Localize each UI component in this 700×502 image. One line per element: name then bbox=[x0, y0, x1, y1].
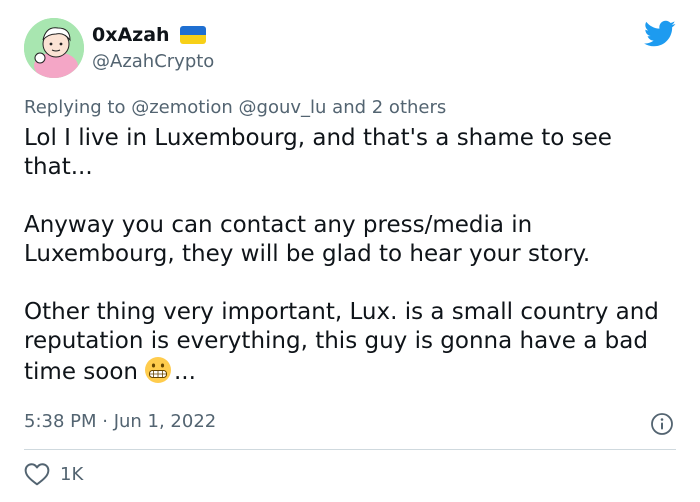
grimacing-face-emoji-icon bbox=[144, 357, 171, 383]
tweet-paragraph: Lol I live in Luxembourg, and that's a s… bbox=[24, 125, 612, 180]
replying-to-others[interactable]: and 2 others bbox=[332, 97, 446, 118]
like-action[interactable]: 1K bbox=[24, 462, 83, 486]
replying-to-label: Replying to bbox=[24, 97, 126, 118]
tweet-ellipsis: ... bbox=[173, 359, 196, 385]
avatar-illustration bbox=[24, 18, 84, 78]
twitter-bird-icon[interactable] bbox=[644, 20, 676, 48]
like-count: 1K bbox=[60, 463, 84, 485]
tweet-paragraph-text: Other thing very important, Lux. is a sm… bbox=[24, 299, 659, 385]
tweet-timestamp[interactable]: 5:38 PM · Jun 1, 2022 bbox=[24, 411, 216, 432]
tweet-paragraph: Other thing very important, Lux. is a sm… bbox=[24, 298, 684, 387]
tweet-paragraph: Anyway you can contact any press/media i… bbox=[24, 212, 591, 267]
tweet-text: Lol I live in Luxembourg, and that's a s… bbox=[24, 124, 684, 387]
replying-to-line: Replying to @zemotion @gouv_lu and 2 oth… bbox=[24, 97, 446, 118]
info-icon[interactable] bbox=[650, 412, 674, 436]
divider bbox=[24, 449, 676, 450]
avatar[interactable] bbox=[24, 18, 84, 78]
mention-link[interactable]: @zemotion bbox=[131, 97, 233, 118]
author-handle[interactable]: @AzahCrypto bbox=[92, 51, 214, 72]
mention-link[interactable]: @gouv_lu bbox=[239, 97, 327, 118]
heart-icon[interactable] bbox=[24, 462, 50, 486]
ukraine-flag-icon bbox=[179, 26, 206, 44]
author-display-name[interactable]: 0xAzah bbox=[92, 24, 170, 46]
author-name-row: 0xAzah bbox=[92, 24, 206, 46]
